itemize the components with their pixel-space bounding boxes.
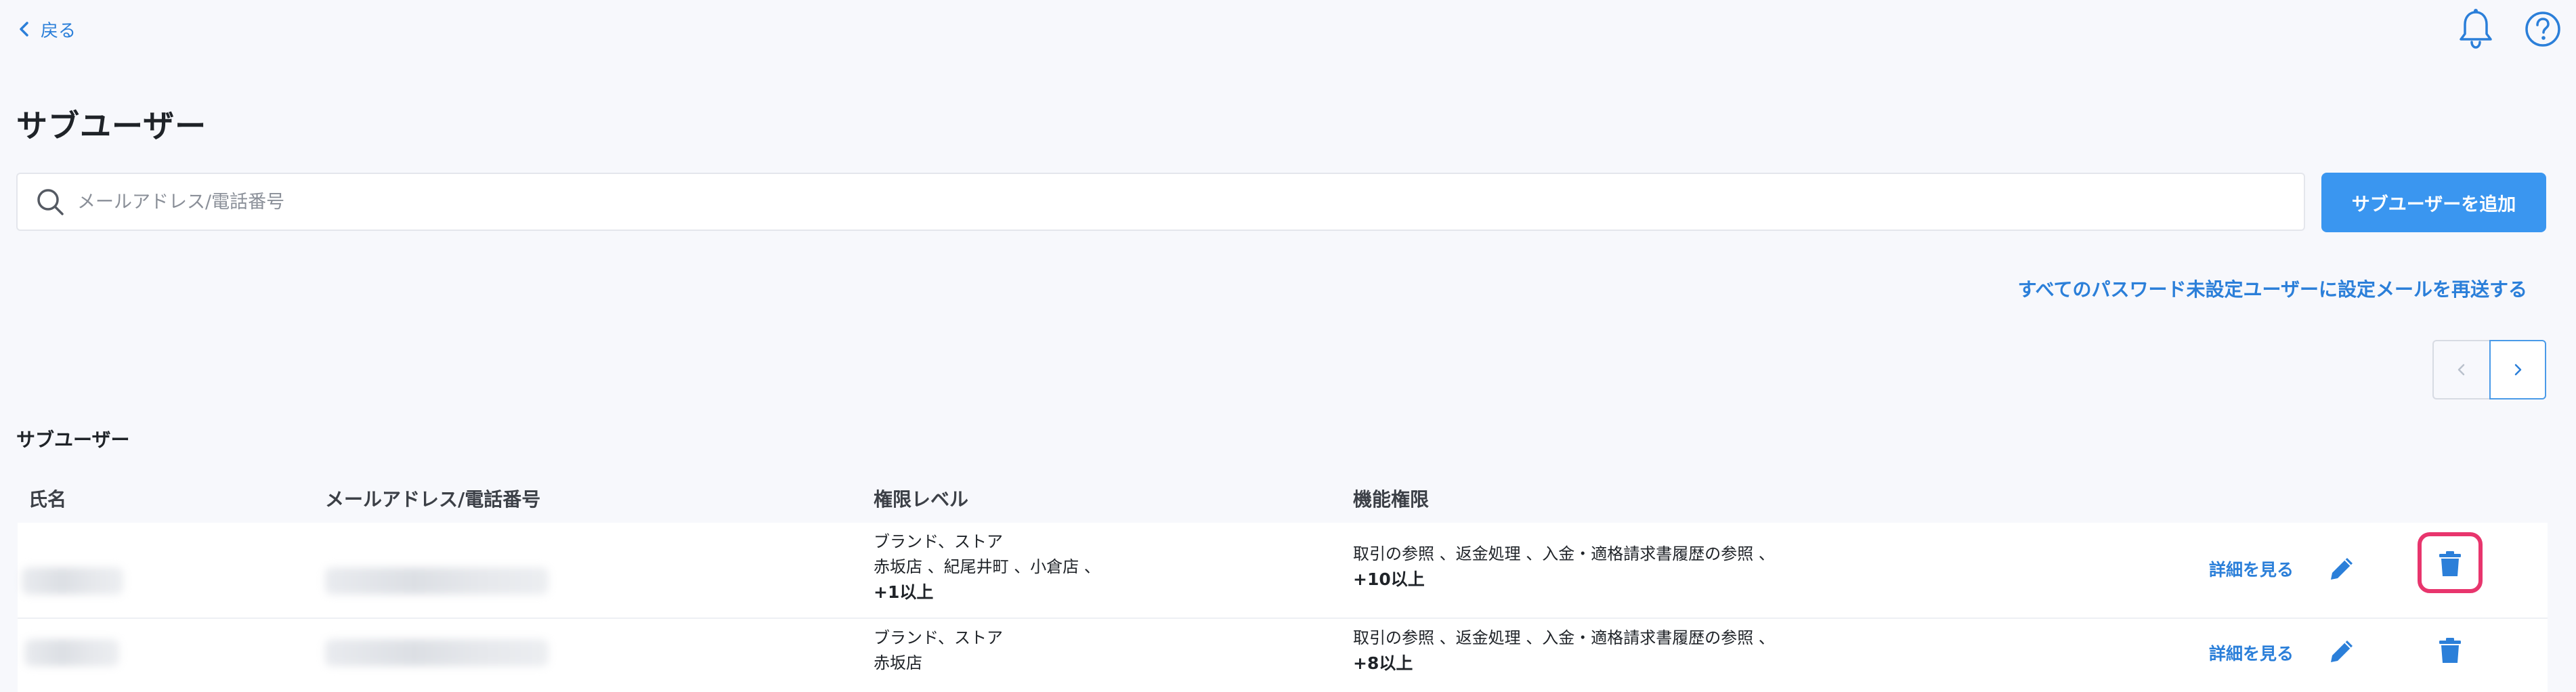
back-label: 戻る — [41, 20, 77, 41]
view-details-link[interactable]: 詳細を見る — [2209, 641, 2294, 665]
column-header-function: 機能権限 — [1353, 488, 1430, 511]
prev-page-button[interactable] — [2432, 340, 2489, 399]
pencil-icon — [2331, 641, 2353, 662]
page-title: サブユーザー — [16, 108, 207, 144]
view-details-link[interactable]: 詳細を見る — [2209, 557, 2294, 581]
table-row[interactable]: ブランド、ストア 赤坂店 、紀尾井町 、小倉店 、 +1以上 取引の参照 、返金… — [18, 523, 2548, 619]
redacted-email — [325, 567, 549, 594]
edit-button[interactable] — [2321, 631, 2362, 672]
subuser-table: 氏名 メールアドレス/電話番号 権限レベル 機能権限 ブランド、ストア 赤坂店 … — [18, 474, 2548, 692]
bell-icon[interactable] — [2457, 8, 2495, 50]
next-page-button[interactable] — [2489, 340, 2546, 399]
chevron-left-icon — [2457, 364, 2465, 376]
search-input[interactable] — [76, 190, 2246, 213]
edit-button[interactable] — [2321, 548, 2362, 589]
function-permission-cell: 取引の参照 、返金処理 、入金・適格請求書履歴の参照 、 +10以上 — [1353, 544, 1775, 589]
chevron-left-icon — [20, 22, 28, 37]
table-row[interactable]: ブランド、ストア 赤坂店 取引の参照 、返金処理 、入金・適格請求書履歴の参照 … — [18, 619, 2548, 692]
pencil-icon — [2331, 558, 2353, 580]
pagination — [2432, 340, 2546, 399]
column-header-name: 氏名 — [28, 488, 67, 511]
search-box[interactable] — [16, 173, 2305, 231]
delete-button[interactable] — [2430, 630, 2470, 670]
column-header-email: メールアドレス/電話番号 — [325, 488, 541, 511]
permission-level-cell: ブランド、ストア 赤坂店 — [874, 628, 1004, 672]
column-header-level: 権限レベル — [874, 488, 969, 511]
help-circle-icon[interactable] — [2525, 11, 2561, 47]
back-link[interactable]: 戻る — [18, 14, 76, 45]
permission-level-cell: ブランド、ストア 赤坂店 、紀尾井町 、小倉店 、 +1以上 — [874, 532, 1100, 602]
trash-icon — [2439, 551, 2461, 576]
redacted-name — [22, 567, 123, 594]
redacted-email — [325, 639, 549, 666]
delete-button[interactable] — [2430, 543, 2470, 584]
section-title: サブユーザー — [16, 429, 130, 451]
trash-icon — [2439, 638, 2461, 663]
chevron-right-icon — [2514, 364, 2522, 376]
function-permission-cell: 取引の参照 、返金処理 、入金・適格請求書履歴の参照 、 +8以上 — [1353, 628, 1775, 673]
table-header: 氏名 メールアドレス/電話番号 権限レベル 機能権限 — [18, 474, 2548, 523]
search-icon — [37, 189, 64, 215]
redacted-name — [24, 639, 119, 666]
resend-setup-email-link[interactable]: すべてのパスワード未設定ユーザーに設定メールを再送する — [2018, 275, 2527, 302]
add-subuser-button[interactable]: サブユーザーを追加 — [2321, 173, 2546, 232]
